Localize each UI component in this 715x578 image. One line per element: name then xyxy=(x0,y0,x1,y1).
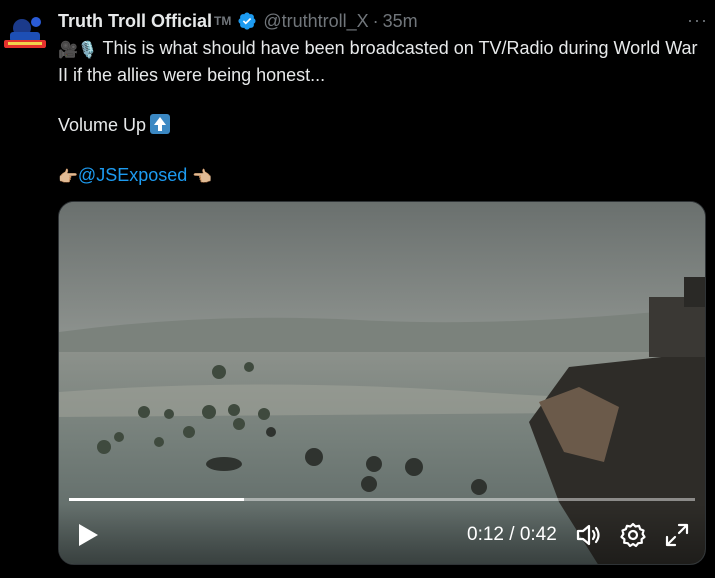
tweet-text: 🎥🎙️ This is what should have been broadc… xyxy=(58,36,706,190)
video-player[interactable]: 0:12 / 0:42 xyxy=(58,201,706,565)
video-progress-bar[interactable] xyxy=(69,498,695,501)
author-name-suffix: TM xyxy=(214,14,232,28)
avatar-image xyxy=(0,8,50,58)
avatar[interactable] xyxy=(0,8,50,58)
tweet[interactable]: Truth Troll Official TM @truthtroll_X · … xyxy=(58,8,708,190)
post-timestamp[interactable]: 35m xyxy=(383,11,418,32)
video-progress-fill xyxy=(69,498,245,501)
separator-dot: · xyxy=(372,10,379,31)
play-icon[interactable] xyxy=(77,523,99,547)
mention-link[interactable]: @JSExposed xyxy=(78,165,187,185)
verified-badge-icon xyxy=(238,12,256,30)
volume-up-text: Volume Up xyxy=(58,115,147,135)
tweet-body: This is what should have been broadcaste… xyxy=(58,38,698,85)
time-separator: / xyxy=(503,524,520,545)
fullscreen-icon[interactable] xyxy=(662,520,692,550)
current-time: 0:12 xyxy=(467,524,504,545)
up-arrow-icon xyxy=(150,114,171,134)
camera-mic-emoji: 🎥🎙️ xyxy=(58,42,98,59)
author-handle[interactable]: @truthtroll_X xyxy=(263,11,368,32)
more-options-icon[interactable]: ··· xyxy=(687,10,708,31)
tweet-header: Truth Troll Official TM @truthtroll_X · … xyxy=(58,8,708,34)
author-name[interactable]: Truth Troll Official xyxy=(58,11,212,32)
tweet-text-line3: 👉🏼@JSExposed 👈🏼 xyxy=(58,163,706,190)
pointing-right-emoji: 👉🏼 xyxy=(58,169,78,186)
video-timecode: 0:12 / 0:42 xyxy=(467,524,557,546)
video-controls: 0:12 / 0:42 xyxy=(59,504,705,564)
volume-icon[interactable] xyxy=(573,520,603,550)
video-duration: 0:42 xyxy=(519,524,557,545)
tweet-text-line1: 🎥🎙️ This is what should have been broadc… xyxy=(58,36,706,88)
tweet-text-line2: Volume Up xyxy=(58,113,706,138)
settings-gear-icon[interactable] xyxy=(618,520,648,550)
pointing-left-emoji: 👈🏼 xyxy=(192,169,213,186)
